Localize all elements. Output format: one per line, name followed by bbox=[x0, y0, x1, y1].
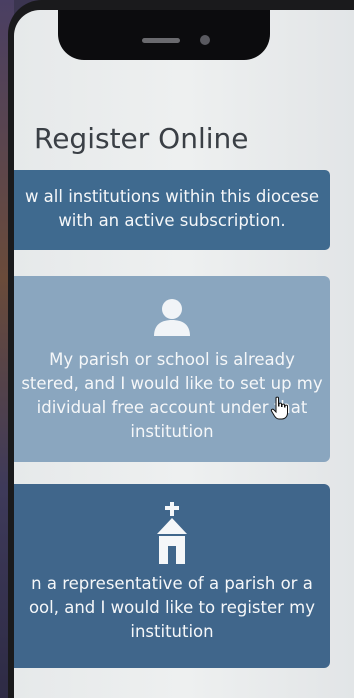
user-silhouette-icon bbox=[154, 299, 190, 336]
option-text-line: n a representative of a parish or a bbox=[31, 574, 313, 593]
option-text-line: ool, and I would like to register my bbox=[28, 598, 316, 617]
option-text-line: stered, and I would like to set up my bbox=[21, 374, 323, 393]
church-icon bbox=[157, 502, 187, 564]
phone-screen: Register Online w all institutions withi… bbox=[14, 10, 354, 698]
hand-pointer-icon bbox=[270, 396, 288, 420]
option-description: n a representative of a parish or a ool,… bbox=[14, 572, 330, 644]
front-camera bbox=[200, 35, 210, 45]
option-text-line: institution bbox=[130, 422, 214, 441]
info-banner-line: with an active subscription. bbox=[58, 211, 286, 230]
register-institution-option[interactable]: n a representative of a parish or a ool,… bbox=[14, 484, 330, 668]
option-text-line: My parish or school is already bbox=[49, 350, 295, 369]
info-banner-line: w all institutions within this diocese bbox=[24, 187, 320, 206]
phone-notch bbox=[58, 10, 270, 60]
existing-institution-option[interactable]: My parish or school is already stered, a… bbox=[14, 276, 330, 462]
page-title: Register Online bbox=[34, 122, 249, 155]
speaker-grille bbox=[142, 38, 180, 43]
option-text-line: institution bbox=[130, 622, 214, 641]
info-banner: w all institutions within this diocese w… bbox=[14, 170, 330, 250]
